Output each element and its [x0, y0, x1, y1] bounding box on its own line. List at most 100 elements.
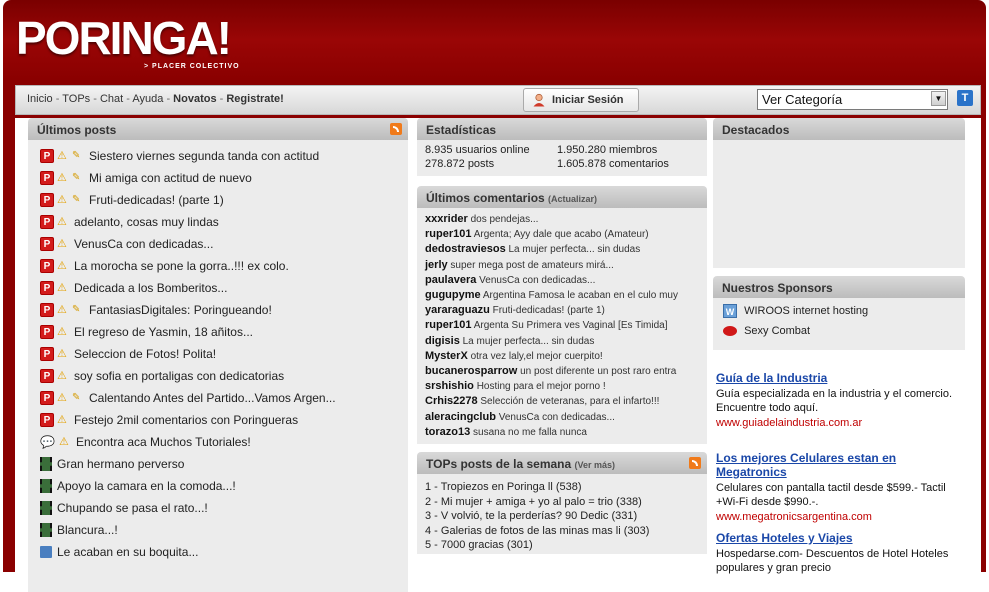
- comment-text[interactable]: Selección de veteranas, para el infarto!…: [480, 396, 659, 407]
- rss-icon[interactable]: [390, 123, 402, 135]
- comment-text[interactable]: super mega post de amateurs mirá...: [450, 260, 613, 271]
- comment-user[interactable]: jerly: [425, 259, 448, 271]
- comment-text[interactable]: Argenta; Ayy dale que acabo (Amateur): [474, 229, 649, 240]
- comment-item[interactable]: bucanerosparrow un post diferente un pos…: [425, 365, 676, 377]
- comment-item[interactable]: paulavera VenusCa con dedicadas...: [425, 274, 595, 286]
- list-item[interactable]: Blancura...!: [40, 522, 118, 540]
- post-title[interactable]: Fruti-dedicadas! (parte 1): [89, 193, 224, 207]
- comment-item[interactable]: aleracingclub VenusCa con dedicadas...: [425, 411, 615, 423]
- list-item[interactable]: P ⚠ adelanto, cosas muy lindas: [40, 214, 219, 232]
- list-item[interactable]: P ⚠ ✎ Mi amiga con actitud de nuevo: [40, 170, 252, 188]
- list-item[interactable]: Chupando se pasa el rato...!: [40, 500, 208, 518]
- comment-item[interactable]: ruper101 Argenta Su Primera ves Vaginal …: [425, 319, 668, 331]
- comment-user[interactable]: MysterX: [425, 350, 468, 362]
- list-item[interactable]: P ⚠ soy sofia en portaligas con dedicatori…: [40, 368, 284, 386]
- top-post-item[interactable]: 1 - Tropiezos en Poringa ll (538): [425, 481, 582, 493]
- comment-text[interactable]: Argentina Famosa le acaban en el culo mu…: [483, 290, 678, 301]
- post-title[interactable]: VenusCa con dedicadas...: [74, 237, 213, 251]
- post-title[interactable]: soy sofia en portaligas con dedicatorias: [74, 369, 284, 383]
- list-item[interactable]: P ⚠ Festejo 2mil comentarios con Poringuer…: [40, 412, 298, 430]
- list-item[interactable]: P ⚠ ✎ Calentando Antes del Partido...Vamos …: [40, 390, 336, 408]
- comment-text[interactable]: Hosting para el mejor porno !: [477, 381, 606, 392]
- top-post-item[interactable]: 3 - V volvió, te la perderías? 90 Dedic …: [425, 510, 637, 522]
- list-item[interactable]: P ⚠ La morocha se pone la gorra..!!! ex co…: [40, 258, 289, 276]
- top-post-item[interactable]: 4 - Galerias de fotos de las minas mas l…: [425, 525, 649, 537]
- post-title[interactable]: Calentando Antes del Partido...Vamos Arg…: [89, 391, 336, 405]
- nav-link-registrate[interactable]: Registrate!: [226, 93, 283, 105]
- comment-text[interactable]: un post diferente un post raro entra: [520, 366, 676, 377]
- site-logo[interactable]: PORINGA!: [16, 13, 232, 63]
- comment-user[interactable]: aleracingclub: [425, 411, 496, 423]
- comment-user[interactable]: digisis: [425, 335, 460, 347]
- nav-link-ayuda[interactable]: Ayuda: [132, 93, 163, 105]
- ad-title[interactable]: Los mejores Celulares estan en Megatroni…: [716, 451, 956, 479]
- comment-item[interactable]: gugupyme Argentina Famosa le acaban en e…: [425, 289, 678, 301]
- comment-user[interactable]: xxxrider: [425, 213, 468, 225]
- comment-item[interactable]: torazo13 susana no me falla nunca: [425, 426, 587, 438]
- post-title[interactable]: Siestero viernes segunda tanda con actit…: [89, 149, 319, 163]
- nav-link-novatos[interactable]: Novatos: [173, 93, 216, 105]
- post-title[interactable]: Encontra aca Muchos Tutoriales!: [76, 435, 251, 449]
- comment-item[interactable]: ruper101 Argenta; Ayy dale que acabo (Am…: [425, 228, 649, 240]
- post-title[interactable]: Apoyo la camara en la comoda...!: [57, 479, 236, 493]
- list-item[interactable]: Apoyo la camara en la comoda...!: [40, 478, 236, 496]
- ad-title[interactable]: Ofertas Hoteles y Viajes: [716, 531, 956, 545]
- list-item[interactable]: P ⚠ Seleccion de Fotos! Polita!: [40, 346, 216, 364]
- comments-refresh-link[interactable]: (Actualizar): [548, 194, 597, 204]
- comment-text[interactable]: otra vez laly,el mejor cuerpito!: [471, 351, 603, 362]
- comment-item[interactable]: srshishio Hosting para el mejor porno !: [425, 380, 606, 392]
- rss-icon[interactable]: [689, 457, 701, 469]
- sponsor-item[interactable]: Sexy Combat: [723, 325, 810, 337]
- top-posts-more-link[interactable]: (Ver más): [575, 460, 616, 470]
- sponsor-item[interactable]: W WIROOS internet hosting: [723, 304, 868, 318]
- list-item[interactable]: P ⚠ ✎ Fruti-dedicadas! (parte 1): [40, 192, 224, 210]
- nav-link-tops[interactable]: TOPs: [62, 93, 90, 105]
- comment-user[interactable]: torazo13: [425, 426, 470, 438]
- post-title[interactable]: Chupando se pasa el rato...!: [57, 501, 208, 515]
- comment-user[interactable]: Crhis2278: [425, 395, 478, 407]
- chevron-down-icon[interactable]: ▼: [931, 91, 946, 106]
- comment-user[interactable]: gugupyme: [425, 289, 481, 301]
- comment-item[interactable]: dedostraviesos La mujer perfecta... sin …: [425, 243, 640, 255]
- list-item[interactable]: P ⚠ Dedicada a los Bomberitos...: [40, 280, 227, 298]
- comment-text[interactable]: susana no me falla nunca: [473, 427, 587, 438]
- list-item[interactable]: P ⚠ VenusCa con dedicadas...: [40, 236, 213, 254]
- list-item[interactable]: P ⚠ ✎ FantasiasDigitales: Poringueando!: [40, 302, 272, 320]
- post-title[interactable]: Gran hermano perverso: [57, 457, 184, 471]
- post-title[interactable]: Seleccion de Fotos! Polita!: [74, 347, 216, 361]
- comment-text[interactable]: Fruti-dedicadas! (parte 1): [493, 305, 605, 316]
- category-select[interactable]: Ver Categoría ▼: [757, 89, 948, 110]
- comment-text[interactable]: dos pendejas...: [471, 214, 539, 225]
- t-button[interactable]: T: [957, 90, 973, 106]
- comment-user[interactable]: paulavera: [425, 274, 476, 286]
- top-post-item[interactable]: 5 - 7000 gracias (301): [425, 539, 533, 551]
- comment-user[interactable]: dedostraviesos: [425, 243, 506, 255]
- list-item[interactable]: 💬 ⚠ Encontra aca Muchos Tutoriales!: [40, 434, 251, 452]
- comment-item[interactable]: MysterX otra vez laly,el mejor cuerpito!: [425, 350, 603, 362]
- nav-link-chat[interactable]: Chat: [100, 93, 123, 105]
- comment-text[interactable]: Argenta Su Primera ves Vaginal [Es Timid…: [474, 320, 668, 331]
- comment-text[interactable]: La mujer perfecta... sin dudas: [463, 336, 595, 347]
- post-title[interactable]: Mi amiga con actitud de nuevo: [89, 171, 252, 185]
- comment-item[interactable]: jerly super mega post de amateurs mirá..…: [425, 259, 614, 271]
- post-title[interactable]: Le acaban en su boquita...: [57, 545, 198, 559]
- post-title[interactable]: Dedicada a los Bomberitos...: [74, 281, 227, 295]
- top-post-item[interactable]: 2 - Mi mujer + amiga + yo al palo = trio…: [425, 496, 642, 508]
- post-title[interactable]: adelanto, cosas muy lindas: [74, 215, 219, 229]
- comment-text[interactable]: VenusCa con dedicadas...: [479, 275, 595, 286]
- list-item[interactable]: Le acaban en su boquita...: [40, 544, 198, 562]
- comment-user[interactable]: ruper101: [425, 319, 471, 331]
- post-title[interactable]: Blancura...!: [57, 523, 118, 537]
- comment-item[interactable]: xxxrider dos pendejas...: [425, 213, 538, 225]
- ad-url[interactable]: www.megatronicsargentina.com: [716, 511, 956, 523]
- comment-item[interactable]: digisis La mujer perfecta... sin dudas: [425, 335, 594, 347]
- login-button[interactable]: Iniciar Sesión: [523, 88, 639, 112]
- comment-user[interactable]: ruper101: [425, 228, 471, 240]
- post-title[interactable]: El regreso de Yasmin, 18 añitos...: [74, 325, 253, 339]
- list-item[interactable]: P ⚠ ✎ Siestero viernes segunda tanda con ac…: [40, 148, 319, 166]
- comment-item[interactable]: Crhis2278 Selección de veteranas, para e…: [425, 395, 659, 407]
- comment-user[interactable]: bucanerosparrow: [425, 365, 517, 377]
- post-title[interactable]: La morocha se pone la gorra..!!! ex colo…: [74, 259, 289, 273]
- comment-user[interactable]: yararaguazu: [425, 304, 490, 316]
- comment-text[interactable]: VenusCa con dedicadas...: [499, 412, 615, 423]
